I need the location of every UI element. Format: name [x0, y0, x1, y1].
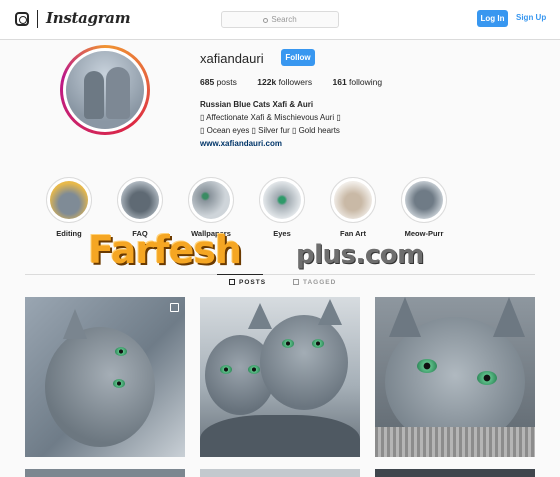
highlight-image [263, 181, 301, 219]
highlight-cover [259, 177, 305, 223]
cat-ear-shape [389, 297, 421, 337]
profile-username: xafiandauri [200, 51, 264, 66]
watermark-text-part2: plus.com [296, 240, 424, 270]
cat-ear-shape [63, 309, 87, 339]
tab-tagged[interactable]: TAGGED [293, 279, 336, 286]
tab-posts-label: POSTS [239, 279, 267, 286]
posts-stat: 685 posts [200, 77, 237, 87]
bio-line-2: ▯ Ocean eyes ▯ Silver fur ▯ Gold hearts [200, 126, 340, 135]
cat-eye-shape [477, 371, 497, 385]
highlight-image [405, 181, 443, 219]
following-label: following [349, 77, 383, 87]
highlight-image [121, 181, 159, 219]
camera-icon[interactable] [15, 12, 29, 26]
cat-eye-shape [312, 339, 324, 348]
highlight-eyes[interactable]: Eyes [259, 177, 305, 238]
posts-label: posts [216, 77, 237, 87]
avatar-cat-right [106, 67, 130, 119]
tab-posts[interactable]: POSTS [216, 274, 267, 286]
highlight-fan-art[interactable]: Fan Art [330, 177, 376, 238]
watermark-logo: Farfesh plus.com [88, 228, 488, 276]
highlight-image [192, 181, 230, 219]
search-input[interactable]: Search [221, 11, 339, 28]
bio-line-1: ▯ Affectionate Xafi & Mischievous Auri ▯ [200, 113, 341, 122]
posts-count: 685 [200, 77, 215, 87]
cat-eye-shape [417, 359, 437, 373]
post-thumbnail[interactable] [25, 469, 185, 477]
post-thumbnail[interactable] [25, 297, 185, 457]
tab-tagged-label: TAGGED [303, 279, 337, 286]
top-nav-bar: Instagram Search Log In Sign Up [0, 0, 560, 40]
followers-label: followers [278, 77, 313, 87]
profile-avatar-ring[interactable] [60, 45, 150, 135]
signup-link[interactable]: Sign Up [516, 13, 546, 22]
follow-button[interactable]: Follow [281, 49, 315, 66]
grid-icon [229, 279, 235, 285]
following-count: 161 [332, 77, 347, 87]
cat-head-shape [45, 327, 155, 447]
cat-head-shape [260, 315, 348, 410]
cat-ear-shape [318, 299, 342, 325]
search-icon [263, 18, 269, 23]
blanket-shape [375, 427, 535, 457]
cat-ear-shape [493, 297, 525, 337]
following-stat[interactable]: 161 following [332, 77, 382, 87]
tabs-divider [25, 274, 535, 275]
followers-count: 122k [257, 77, 277, 87]
search-placeholder: Search [271, 15, 297, 24]
followers-stat[interactable]: 122k followers [257, 77, 312, 87]
login-button[interactable]: Log In [477, 10, 508, 27]
instagram-logo[interactable]: Instagram [46, 9, 131, 27]
cat-ear-shape [248, 303, 272, 329]
post-thumbnail[interactable] [375, 469, 535, 477]
highlight-image [334, 181, 372, 219]
avatar-cat-left [84, 71, 104, 119]
profile-avatar [63, 48, 147, 132]
highlight-cover [117, 177, 163, 223]
cat-eye-shape [248, 365, 260, 374]
tag-icon [293, 279, 299, 285]
highlight-image [50, 181, 88, 219]
watermark-text-part1: Farfesh [88, 228, 242, 272]
cat-eye-shape [113, 379, 125, 388]
highlight-editing[interactable]: Editing [46, 177, 92, 238]
post-thumbnail[interactable] [375, 297, 535, 457]
post-thumbnail[interactable] [200, 469, 360, 477]
highlight-wallpapers[interactable]: Wallpapers [188, 177, 234, 238]
highlight-cover [46, 177, 92, 223]
nav-divider [37, 10, 38, 28]
multi-photo-icon [170, 303, 179, 312]
highlight-faq[interactable]: FAQ [117, 177, 163, 238]
highlight-cover [401, 177, 447, 223]
bio-name: Russian Blue Cats Xafi & Auri [200, 100, 314, 109]
cat-eye-shape [220, 365, 232, 374]
cat-eye-shape [282, 339, 294, 348]
highlight-meow-purr[interactable]: Meow-Purr [401, 177, 447, 238]
highlight-cover [330, 177, 376, 223]
highlight-cover [188, 177, 234, 223]
bio-website-link[interactable]: www.xafiandauri.com [200, 139, 282, 148]
cat-eye-shape [115, 347, 127, 356]
cat-basket-shape [200, 415, 360, 457]
post-thumbnail[interactable] [200, 297, 360, 457]
profile-stats: 685 posts 122k followers 161 following [200, 77, 400, 87]
